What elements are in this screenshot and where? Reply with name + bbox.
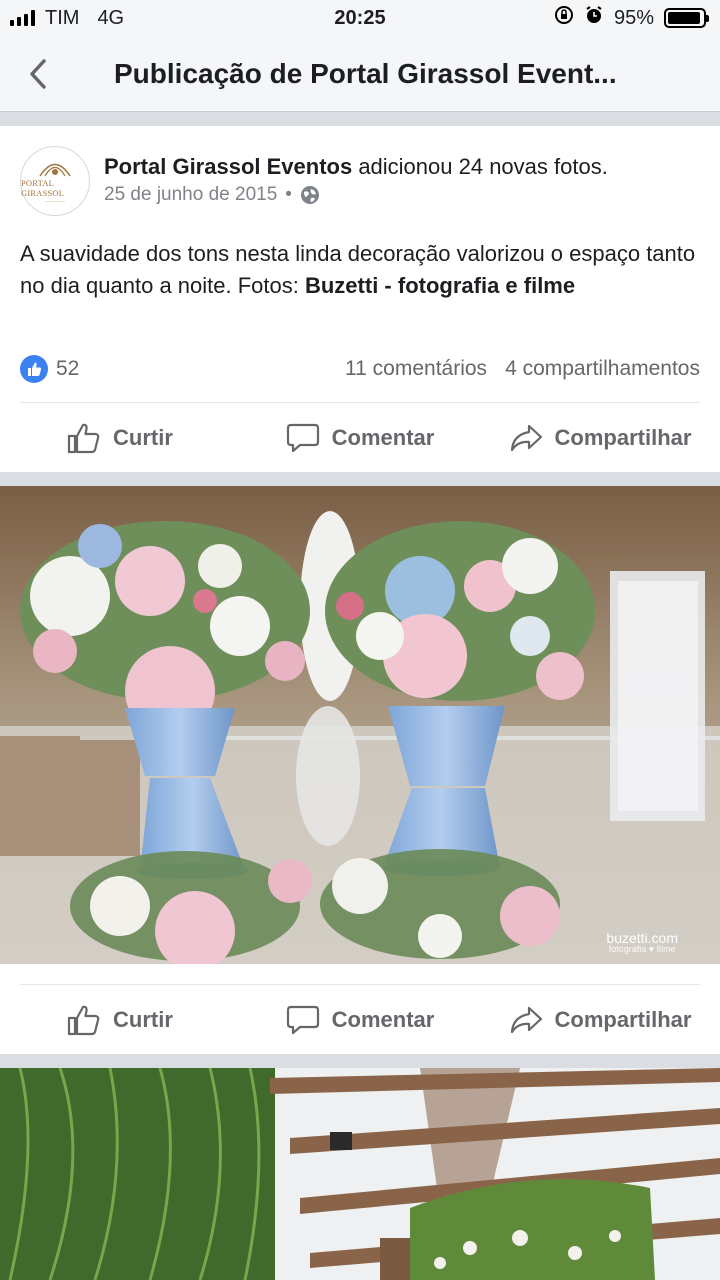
page-avatar[interactable]: PORTAL GIRASSOL ————— [20, 146, 90, 216]
like-reaction-icon [20, 355, 48, 383]
nav-header: Publicação de Portal Girassol Event... [0, 36, 720, 112]
comment-icon [286, 423, 319, 453]
alarm-icon [584, 5, 604, 31]
battery-percent: 95% [613, 6, 654, 29]
photo-actions: Curtir Comentar Compartilhar [0, 986, 720, 1054]
post-actions: Curtir Comentar Compartilhar [0, 404, 720, 472]
watermark-sub: fotografia ♥ filme [608, 944, 676, 954]
comment-icon [286, 1005, 319, 1035]
comment-label: Comentar [331, 1007, 435, 1032]
share-icon [510, 424, 542, 452]
reactions-count[interactable]: 52 [20, 355, 79, 383]
thumbs-up-icon [67, 423, 100, 454]
page-title: Publicação de Portal Girassol Event... [114, 57, 617, 89]
photo-comment-button[interactable]: Comentar [240, 1004, 480, 1036]
page-name-link[interactable]: Portal Girassol Eventos [104, 154, 352, 179]
globe-icon [300, 186, 319, 204]
signal-icon [10, 10, 35, 26]
like-label: Curtir [113, 1007, 173, 1032]
photographer-link[interactable]: Buzetti - fotografia e filme [305, 273, 575, 298]
divider [20, 984, 700, 985]
second-post-photo[interactable] [0, 1068, 720, 1280]
status-bar: TIM 4G 20:25 95% [0, 0, 720, 36]
divider [20, 402, 700, 403]
shares-count[interactable]: 4 compartilhamentos [505, 357, 700, 381]
like-button[interactable]: Curtir [0, 422, 240, 454]
likes-count: 52 [56, 357, 80, 380]
share-label: Compartilhar [554, 1007, 692, 1032]
post-action-text: adicionou 24 novas fotos. [352, 154, 608, 179]
thumbs-up-icon [67, 1005, 100, 1036]
avatar-logo-rule: ————— [45, 198, 65, 203]
share-icon [510, 1006, 542, 1034]
comments-count[interactable]: 11 comentários [345, 357, 487, 381]
photo-like-button[interactable]: Curtir [0, 1004, 240, 1036]
comment-button[interactable]: Comentar [240, 422, 480, 454]
post-card: PORTAL GIRASSOL ————— Portal Girassol Ev… [0, 126, 720, 472]
orientation-lock-icon [554, 5, 574, 31]
pergola-fern-photo [0, 1068, 720, 1280]
comment-label: Comentar [331, 425, 435, 450]
back-button[interactable] [0, 36, 76, 112]
battery-icon [664, 8, 709, 28]
photo-card: buzetti.com fotografia ♥ filme Curtir Co… [0, 486, 720, 1054]
avatar-logo-text: PORTAL GIRASSOL [21, 178, 65, 198]
share-button[interactable]: Compartilhar [480, 423, 720, 453]
network-label: 4G [97, 6, 125, 29]
chevron-left-icon [30, 58, 46, 89]
post-date[interactable]: 25 de junho de 2015 [104, 184, 277, 206]
sunflower-logo-icon [39, 163, 71, 177]
flower-arrangement-photo [0, 486, 720, 964]
meta-separator: • [285, 184, 292, 205]
like-label: Curtir [113, 425, 173, 450]
post-text: A suavidade dos tons nesta linda decoraç… [20, 238, 700, 302]
photo-watermark: buzetti.com fotografia ♥ filme [606, 931, 678, 954]
watermark-main: buzetti.com [606, 930, 678, 946]
carrier-label: TIM [45, 6, 80, 29]
photo-share-button[interactable]: Compartilhar [480, 1005, 720, 1035]
post-photo[interactable]: buzetti.com fotografia ♥ filme [0, 486, 720, 964]
share-label: Compartilhar [554, 425, 692, 450]
